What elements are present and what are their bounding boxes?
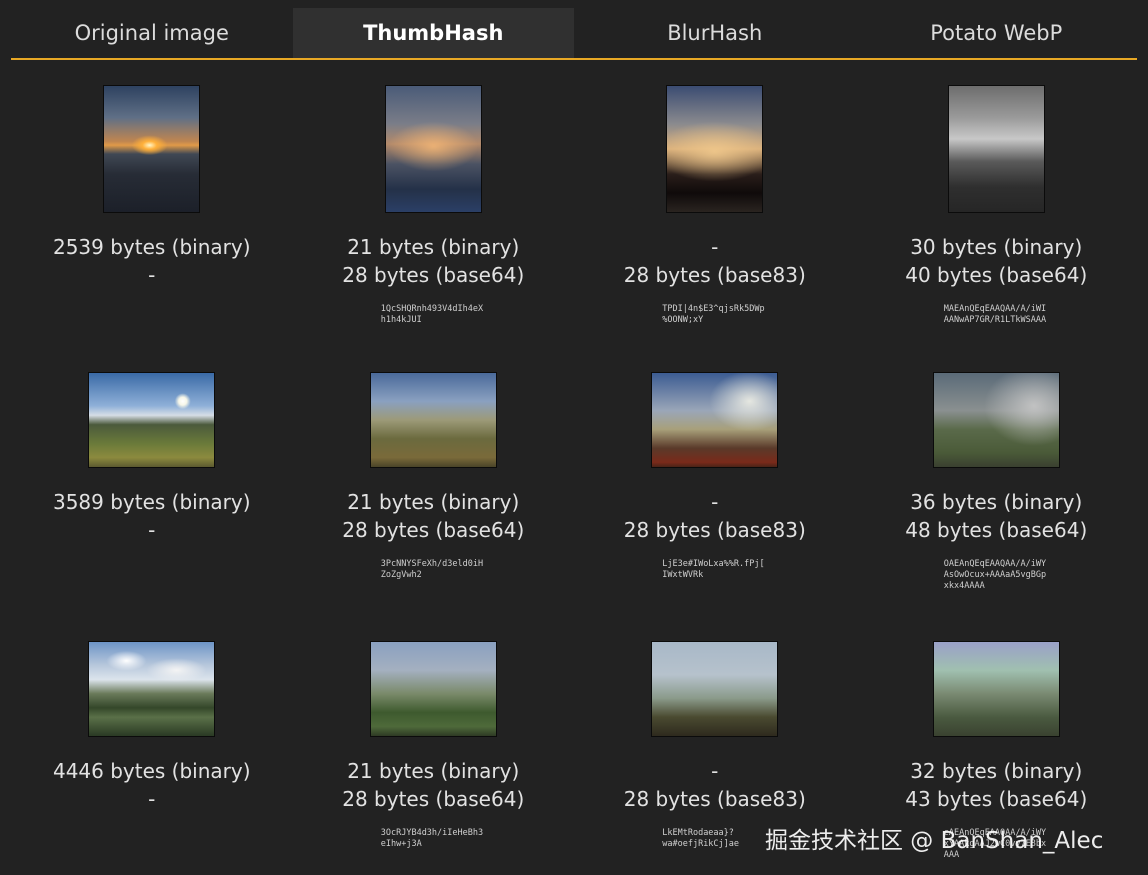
tab-thumbhash[interactable]: ThumbHash bbox=[292, 8, 574, 58]
size-dash: - bbox=[148, 787, 156, 811]
size-binary: 2539 bytes (binary) bbox=[52, 235, 251, 259]
size-dash: - bbox=[148, 518, 156, 542]
size-dash: - bbox=[711, 235, 719, 259]
thumbhash-image bbox=[384, 85, 482, 213]
tab-original-image[interactable]: Original image bbox=[11, 8, 293, 58]
size-dash: - bbox=[711, 490, 719, 514]
comparison-row: 3589 bytes (binary) - 21 bytes (binary) … bbox=[11, 350, 1137, 618]
blurhash-cell: - 28 bytes (base83) LjE3e#IWoLxa%%R.fPj[… bbox=[574, 350, 856, 618]
watermark: 掘金技术社区 @ BanShan_Alec bbox=[765, 828, 1104, 854]
size-base83: 28 bytes (base83) bbox=[623, 263, 806, 287]
blurhash-cell: - 28 bytes (base83) TPDI|4n$E3^qjsRk5DWp… bbox=[574, 62, 856, 350]
blurhash-image bbox=[651, 641, 779, 737]
original-image bbox=[88, 641, 216, 737]
size-base64: 43 bytes (base64) bbox=[905, 787, 1088, 811]
size-base64: 28 bytes (base64) bbox=[342, 787, 525, 811]
original-cell: 2539 bytes (binary) - bbox=[11, 62, 293, 350]
thumbhash-image bbox=[369, 641, 497, 737]
hash-string: LkEMtRodaeaa}? wa#oefjRikCj]ae bbox=[662, 828, 740, 849]
hash-string: OAEAnQEqEAAQAA/A/iWY AsOwOcux+AAAaA5vgBG… bbox=[943, 559, 1047, 591]
size-base83: 28 bytes (base83) bbox=[623, 518, 806, 542]
hash-string: LjE3e#IWoLxa%%R.fPj[ IWxtWVRk bbox=[662, 559, 765, 580]
original-image bbox=[88, 372, 216, 468]
size-base64: 28 bytes (base64) bbox=[342, 518, 525, 542]
hash-string: 3OcRJYB4d3h/iIeHeBh3 eIhw+j3A bbox=[380, 828, 484, 849]
hash-string: TPDI|4n$E3^qjsRk5DWp %OONW;xY bbox=[662, 304, 765, 325]
potato-webp-image bbox=[932, 641, 1060, 737]
size-binary: 4446 bytes (binary) bbox=[52, 759, 251, 783]
thumbhash-cell: 21 bytes (binary) 28 bytes (base64) 3PcN… bbox=[293, 350, 575, 618]
size-base64: 48 bytes (base64) bbox=[905, 518, 1088, 542]
hash-string: MAEAnQEqEAAQAA/A/iWI AANwAP7GR/R1LTkWSAA… bbox=[943, 304, 1047, 325]
thumbhash-cell: 21 bytes (binary) 28 bytes (base64) 1QcS… bbox=[293, 62, 575, 350]
size-base64: 28 bytes (base64) bbox=[342, 263, 525, 287]
size-binary: 32 bytes (binary) bbox=[910, 759, 1083, 783]
comparison-grid: 2539 bytes (binary) - 21 bytes (binary) … bbox=[11, 62, 1137, 875]
potato-cell: 30 bytes (binary) 40 bytes (base64) MAEA… bbox=[856, 62, 1138, 350]
size-binary: 21 bytes (binary) bbox=[347, 759, 520, 783]
original-image bbox=[103, 85, 201, 213]
size-dash: - bbox=[148, 263, 156, 287]
hash-string: 3PcNNYSFeXh/d3eld0iH ZoZgVwh2 bbox=[380, 559, 484, 580]
size-binary: 21 bytes (binary) bbox=[347, 490, 520, 514]
blurhash-image bbox=[666, 85, 764, 213]
size-binary: 21 bytes (binary) bbox=[347, 235, 520, 259]
thumbhash-cell: 21 bytes (binary) 28 bytes (base64) 3OcR… bbox=[293, 618, 575, 875]
original-cell: 4446 bytes (binary) - bbox=[11, 618, 293, 875]
blurhash-image bbox=[651, 372, 779, 468]
potato-webp-image bbox=[932, 372, 1060, 468]
potato-webp-image bbox=[947, 85, 1045, 213]
size-base64: 40 bytes (base64) bbox=[905, 263, 1088, 287]
size-dash: - bbox=[711, 759, 719, 783]
potato-cell: 36 bytes (binary) 48 bytes (base64) OAEA… bbox=[856, 350, 1138, 618]
size-base83: 28 bytes (base83) bbox=[623, 787, 806, 811]
tab-potato-webp[interactable]: Potato WebP bbox=[856, 8, 1138, 58]
thumbhash-image bbox=[369, 372, 497, 468]
size-binary: 3589 bytes (binary) bbox=[52, 490, 251, 514]
tab-blurhash[interactable]: BlurHash bbox=[574, 8, 856, 58]
hash-string: 1QcSHQRnh493V4dIh4eX h1h4kJUI bbox=[380, 304, 484, 325]
size-binary: 36 bytes (binary) bbox=[910, 490, 1083, 514]
tab-bar: Original image ThumbHash BlurHash Potato… bbox=[11, 8, 1137, 60]
size-binary: 30 bytes (binary) bbox=[910, 235, 1083, 259]
original-cell: 3589 bytes (binary) - bbox=[11, 350, 293, 618]
comparison-row: 2539 bytes (binary) - 21 bytes (binary) … bbox=[11, 62, 1137, 350]
